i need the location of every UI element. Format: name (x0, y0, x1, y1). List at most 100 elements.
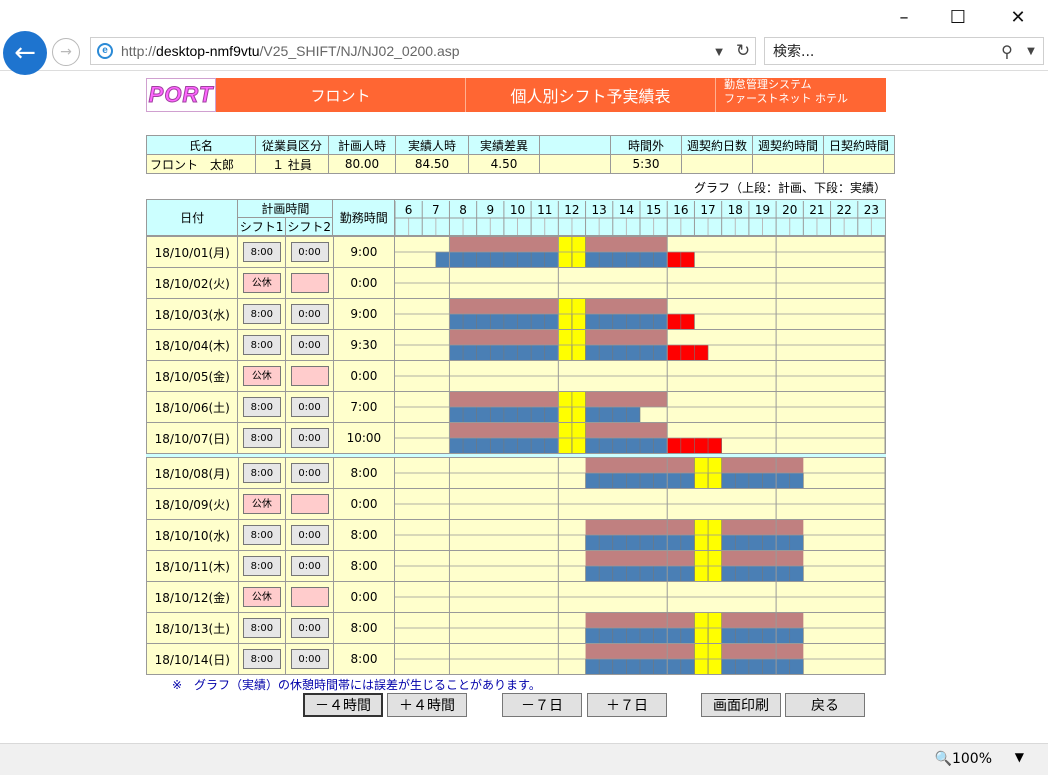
plan-time-header: 計画時間 (237, 199, 334, 218)
shift-cell: 8:00 (237, 643, 287, 675)
shift2-time-button[interactable]: 0:00 (290, 304, 329, 324)
shift1-time-button[interactable]: 8:00 (242, 242, 281, 262)
shift2-time-button[interactable]: 0:00 (290, 242, 329, 262)
shift2-time-button[interactable] (290, 494, 329, 514)
shift-cell: 0:00 (285, 519, 334, 551)
summary-header-cell: 従業員区分 (255, 135, 329, 155)
search-dropdown-icon[interactable]: ▼ (1019, 46, 1043, 57)
day-row: 18/10/14(日) 8:00 0:00 8:00 (146, 643, 887, 675)
shift-cell: 8:00 (237, 457, 287, 489)
timeline-cell (393, 422, 887, 454)
timeline-cell (393, 298, 887, 330)
shift1-time-button[interactable]: 8:00 (242, 428, 281, 448)
search-input[interactable]: 検索... (765, 41, 995, 61)
day-row: 18/10/08(月) 8:00 0:00 8:00 (146, 457, 887, 489)
plus-4h-button[interactable]: ＋４時間 (387, 693, 467, 717)
summary-header-cell: 週契約日数 (681, 135, 753, 155)
shift-cell: 公休 (237, 488, 287, 520)
summary-table: 氏名 従業員区分 計画人時 実績人時 実績差異 時間外 週契約日数 週契約時間 日契約時間 フロ… (146, 135, 895, 174)
shift2-time-button[interactable]: 0:00 (290, 397, 329, 417)
shift2-time-button[interactable] (290, 587, 329, 607)
day-row: 18/10/02(火) 公休 0:00 (145, 267, 887, 299)
hour-label: 13 (591, 203, 606, 217)
maximize-icon[interactable]: ☐ (932, 0, 984, 34)
shift1-time-button[interactable]: 8:00 (242, 618, 281, 638)
shift1-time-button[interactable]: 8:00 (242, 463, 281, 483)
zoom-level[interactable]: 🔍100% (935, 751, 992, 767)
browser-navbar: ← → e http://desktop-nmf9vtu/V25_SHIFT/N… (0, 31, 1048, 75)
shift1-time-button[interactable]: 8:00 (242, 649, 281, 669)
summary-value-cell: フロント 太郎 (146, 154, 256, 174)
url-input[interactable]: http://desktop-nmf9vtu/V25_SHIFT/NJ/NJ02… (121, 43, 707, 59)
hour-label: 7 (432, 203, 440, 217)
minus-4h-button[interactable]: －４時間 (303, 693, 383, 717)
address-bar[interactable]: e http://desktop-nmf9vtu/V25_SHIFT/NJ/NJ… (90, 37, 756, 65)
work-hours-cell: 8:00 (333, 519, 395, 551)
shift1-time-button[interactable]: 8:00 (242, 335, 281, 355)
day-row: 18/10/12(金) 公休 0:00 (146, 581, 887, 613)
shift2-time-button[interactable]: 0:00 (290, 556, 329, 576)
window-titlebar: – ☐ ✕ (0, 0, 1048, 34)
hour-label: 9 (486, 203, 494, 217)
shift2-time-button[interactable]: 0:00 (290, 618, 329, 638)
shift2-time-button[interactable]: 0:00 (290, 649, 329, 669)
timeline-graph (394, 392, 885, 422)
work-hours-cell: 9:30 (332, 329, 395, 361)
forward-arrow-icon[interactable]: → (52, 38, 80, 66)
minus-7d-button[interactable]: －７日 (502, 693, 582, 717)
back-arrow-icon[interactable]: ← (3, 31, 47, 75)
shift2-time-button[interactable]: 0:00 (290, 525, 329, 545)
summary-header-cell: 実績差異 (468, 135, 540, 155)
minimize-icon[interactable]: – (878, 0, 930, 34)
ie-logo-icon: e (97, 43, 113, 59)
shift1-time-button[interactable]: 8:00 (242, 304, 281, 324)
timeline-cell (393, 391, 887, 423)
search-icon[interactable]: ⚲ (995, 42, 1019, 61)
date-cell: 18/10/03(水) (145, 298, 239, 330)
actual-bar (435, 252, 668, 267)
print-button[interactable]: 画面印刷 (701, 693, 781, 717)
work-hours-cell: 8:00 (333, 612, 395, 644)
work-hours-cell: 0:00 (332, 267, 395, 299)
week-table: 18/10/08(月) 8:00 0:00 8:00 18/10/09(火) 公休 0:00… (146, 457, 887, 675)
shift1-time-button[interactable]: 8:00 (242, 556, 281, 576)
hour-label: 15 (646, 203, 661, 217)
search-box[interactable]: 検索... ⚲ ▼ (764, 37, 1044, 65)
shift1-time-button[interactable]: 公休 (242, 494, 281, 514)
shift1-time-button[interactable]: 公休 (242, 273, 281, 293)
shift1-time-button[interactable]: 公休 (242, 587, 281, 607)
refresh-icon[interactable]: ↻ (731, 41, 755, 61)
dropdown-caret-icon[interactable]: ▼ (707, 44, 731, 59)
work-hours-cell: 0:00 (332, 360, 395, 392)
summary-value-cell: 5:30 (610, 154, 682, 174)
dept-label: フロント (216, 78, 466, 112)
summary-header-cell: 計画人時 (328, 135, 396, 155)
shift2-time-button[interactable]: 0:00 (290, 335, 329, 355)
shift1-time-button[interactable]: 8:00 (242, 525, 281, 545)
hour-label: 17 (700, 203, 715, 217)
work-time-header: 勤務時間 (332, 199, 395, 236)
shift2-time-button[interactable]: 0:00 (290, 463, 329, 483)
shift-cell: 8:00 (237, 422, 287, 454)
day-row: 18/10/06(土) 8:00 0:00 7:00 (145, 391, 887, 423)
date-cell: 18/10/01(月) (145, 236, 239, 268)
shift-cell: 0:00 (285, 236, 334, 268)
timeline-cell (393, 488, 887, 520)
shift2-time-button[interactable] (290, 366, 329, 386)
back-button[interactable]: 戻る (785, 693, 865, 717)
shift1-time-button[interactable]: 公休 (242, 366, 281, 386)
date-cell: 18/10/07(日) (145, 422, 239, 454)
shift2-time-button[interactable]: 0:00 (290, 428, 329, 448)
timeline-graph (394, 330, 885, 360)
day-row: 18/10/11(木) 8:00 0:00 8:00 (146, 550, 887, 582)
summary-value-cell: 84.50 (395, 154, 469, 174)
summary-header-cell: 時間外 (610, 135, 682, 155)
shift2-time-button[interactable] (290, 273, 329, 293)
hour-label: 16 (673, 203, 688, 217)
close-icon[interactable]: ✕ (992, 0, 1044, 34)
plus-7d-button[interactable]: ＋７日 (587, 693, 667, 717)
zoom-dropdown-icon[interactable]: ▼ (1015, 750, 1024, 764)
day-row: 18/10/07(日) 8:00 0:00 10:00 (145, 422, 887, 454)
day-row: 18/10/13(土) 8:00 0:00 8:00 (146, 612, 887, 644)
shift1-time-button[interactable]: 8:00 (242, 397, 281, 417)
